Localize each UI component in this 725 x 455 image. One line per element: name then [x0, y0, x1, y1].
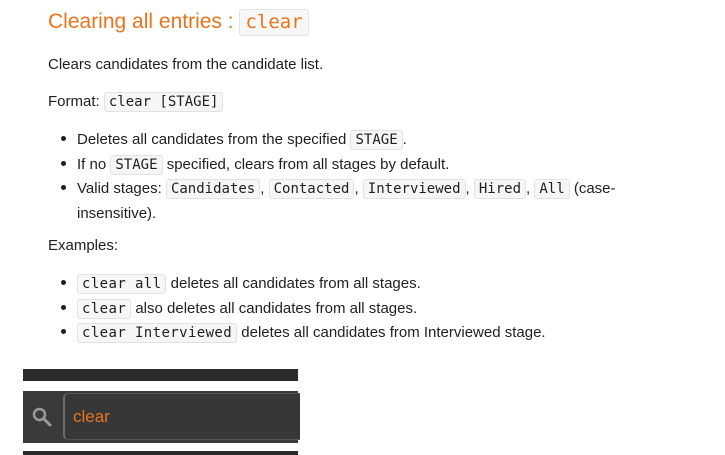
list-item: clear all deletes all candidates from al… [48, 272, 546, 297]
section-heading: Clearing all entries : clear [48, 9, 309, 36]
note-text: Deletes all candidates from the specifie… [77, 131, 347, 148]
heading-command-code: clear [239, 9, 309, 36]
notes-list: Deletes all candidates from the specifie… [48, 128, 616, 225]
format-code: clear [STAGE] [103, 92, 224, 112]
list-item: clear Interviewed deletes all candidates… [48, 321, 546, 346]
example-text: also deletes all candidates from all sta… [135, 299, 418, 317]
stage-code: Interviewed [362, 179, 466, 199]
note-text: specified, clears from all stages by def… [166, 155, 450, 173]
command-box-screenshot [23, 369, 300, 455]
search-icon [31, 406, 53, 433]
command-bar [23, 391, 300, 443]
example-code: clear all [77, 274, 167, 294]
format-label: Format: [48, 93, 100, 110]
command-input-field[interactable] [63, 393, 300, 440]
stages-label: Valid stages: [77, 180, 162, 197]
example-text: deletes all candidates from all stages. [170, 275, 421, 292]
stage-code: Hired [473, 179, 527, 199]
examples-list: clear all deletes all candidates from al… [48, 272, 546, 346]
list-item: If no STAGE specified, clears from all s… [48, 153, 616, 178]
command-input[interactable] [73, 394, 293, 439]
stages-suffix: (case- [573, 180, 616, 197]
list-item: clear also deletes all candidates from a… [48, 297, 546, 322]
list-item: Deletes all candidates from the specifie… [48, 128, 616, 153]
example-code: clear [77, 298, 132, 319]
description-text: Clears candidates from the candidate lis… [48, 56, 324, 73]
note-code: STAGE [110, 154, 163, 175]
note-text: If no [77, 155, 107, 173]
stages-suffix: insensitive). [77, 204, 157, 222]
window-bottom-bar [23, 451, 298, 455]
list-item: Valid stages: Candidates, Contacted, Int… [48, 177, 616, 225]
examples-label: Examples: [48, 237, 119, 254]
stage-code: All [534, 179, 570, 199]
window-top-bar [23, 369, 298, 381]
stage-code: Candidates [165, 179, 261, 199]
divider [23, 381, 298, 391]
note-code: STAGE [350, 130, 403, 150]
note-text: . [402, 131, 407, 148]
example-code: clear Interviewed [77, 323, 238, 343]
example-text: deletes all candidates from Interviewed … [241, 324, 546, 341]
heading-text: Clearing all entries : [48, 10, 234, 33]
format-line: Format: clear [STAGE] [48, 92, 224, 112]
stage-code: Contacted [268, 179, 355, 199]
